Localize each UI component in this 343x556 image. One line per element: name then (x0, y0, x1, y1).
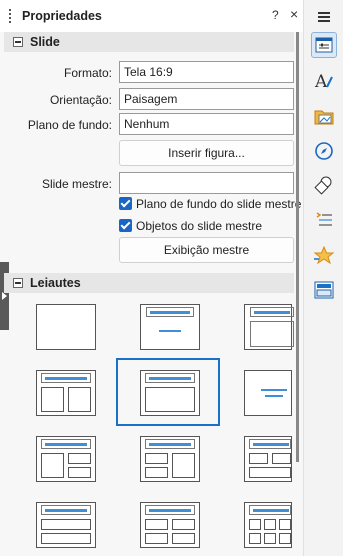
layout-title-slide[interactable] (140, 304, 200, 350)
layout-title-4-content[interactable] (140, 502, 200, 548)
properties-icon[interactable] (311, 32, 337, 58)
panel-title: Propriedades (22, 9, 102, 23)
master-objects-label: Objetos do slide mestre (136, 219, 263, 233)
format-select[interactable]: Tela 16:9 (119, 61, 294, 83)
format-label: Formato: (63, 66, 112, 80)
collapse-icon[interactable] (13, 37, 23, 47)
layout-title-6-content[interactable] (244, 502, 292, 548)
orientation-label: Orientação: (49, 93, 112, 107)
layouts-section-header[interactable]: Leiautes (4, 273, 294, 293)
checkbox-checked-icon[interactable] (119, 197, 132, 210)
layout-title-content-selected[interactable] (140, 370, 200, 416)
master-slide-label: Slide mestre: (41, 177, 112, 191)
orientation-select[interactable]: Paisagem (119, 88, 294, 110)
checkbox-checked-icon[interactable] (119, 219, 132, 232)
layout-title-content[interactable] (244, 304, 294, 350)
layout-title-two-content[interactable] (36, 370, 96, 416)
master-background-checkbox[interactable]: Plano de fundo do slide mestre (119, 197, 301, 213)
layout-title-2-content-content[interactable] (140, 436, 200, 482)
help-button[interactable]: ? (272, 8, 279, 22)
background-label: Plano de fundo: (27, 118, 112, 132)
navigator-icon[interactable] (311, 138, 337, 164)
slide-section-title: Slide (30, 35, 60, 49)
drag-grip-icon[interactable] (9, 9, 12, 23)
svg-text:A: A (314, 72, 328, 91)
panel-titlebar: Propriedades ? × (0, 0, 308, 32)
master-objects-checkbox[interactable]: Objetos do slide mestre (119, 219, 262, 235)
layout-blank[interactable] (36, 304, 96, 350)
insert-image-button[interactable]: Inserir figura... (119, 140, 294, 166)
layout-title-content-over-content[interactable] (36, 502, 96, 548)
styles-icon[interactable]: A (311, 68, 337, 94)
master-background-label: Plano de fundo do slide mestre (136, 197, 302, 211)
master-slide-select[interactable] (119, 172, 294, 194)
layouts-section-title: Leiautes (30, 276, 81, 290)
transition-icon[interactable] (311, 242, 337, 268)
shapes-icon[interactable] (311, 172, 337, 198)
sidebar-menu-icon[interactable] (311, 4, 337, 30)
panel-scrollbar[interactable] (296, 32, 299, 462)
background-select[interactable]: Nenhum (119, 113, 294, 135)
master-view-button[interactable]: Exibição mestre (119, 237, 294, 263)
layout-centered-text[interactable] (244, 370, 292, 416)
collapse-icon[interactable] (13, 278, 23, 288)
gallery-icon[interactable] (311, 103, 337, 129)
close-button[interactable]: × (290, 6, 298, 22)
sidebar-deck: A (303, 0, 343, 556)
animation-icon[interactable] (311, 207, 337, 233)
slide-section-header[interactable]: Slide (4, 32, 294, 52)
layout-title-2-content-over-content[interactable] (244, 436, 292, 482)
master-slides-icon[interactable] (311, 277, 337, 303)
layout-title-content-2-content[interactable] (36, 436, 96, 482)
